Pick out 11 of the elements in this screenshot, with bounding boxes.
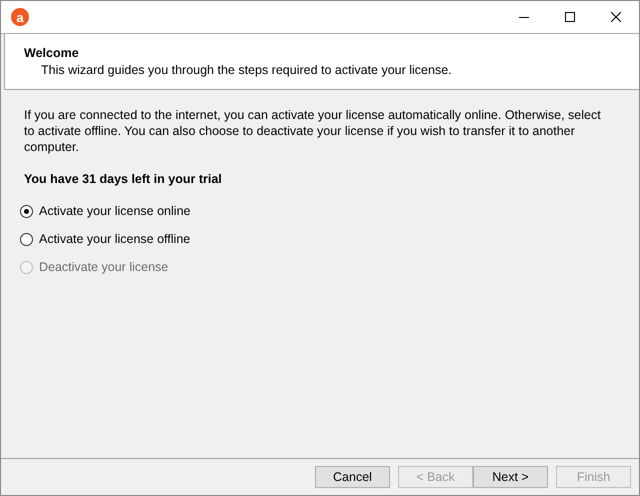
option-label[interactable]: Activate your license offline — [39, 232, 190, 246]
radio-button[interactable] — [20, 232, 33, 246]
wizard-subtitle: This wizard guides you through the steps required to activate your license. — [40, 63, 453, 77]
cancel-button[interactable]: Cancel — [315, 466, 390, 488]
option-label[interactable]: Activate your license online — [39, 204, 190, 218]
next-button[interactable]: Next > — [473, 466, 548, 488]
radio-button[interactable] — [20, 204, 33, 218]
trial-notice: You have 31 days left in your trial — [24, 172, 223, 186]
description-text: If you are connected to the internet, you can activate your license automatically online. Otherwise, select to activate offline. You can also choose to deactivate your license if you wish to transfer it to another computer. — [24, 107, 602, 155]
app-logo: a — [11, 8, 29, 26]
wizard-title: Welcome — [24, 46, 80, 60]
